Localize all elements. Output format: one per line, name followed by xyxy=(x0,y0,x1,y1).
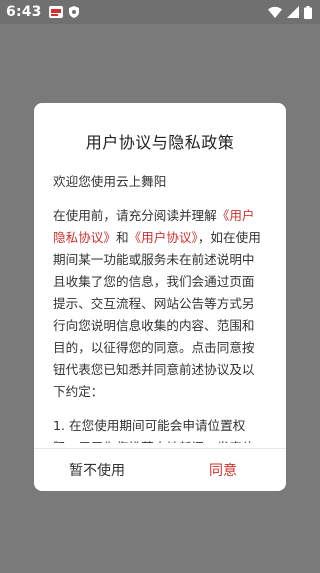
para1-intro: 在使用前，请充分阅读并理解 xyxy=(53,208,217,223)
shield-icon xyxy=(68,6,79,18)
agreement-paragraph: 在使用前，请充分阅读并理解《用户隐私协议》和《用户协议》，如在使用期间某一功能或… xyxy=(53,205,267,403)
wifi-icon xyxy=(268,6,282,18)
and-text: 和 xyxy=(115,230,129,245)
battery-icon xyxy=(304,5,312,19)
privacy-dialog: 用户协议与隐私政策 欢迎您使用云上舞阳 在使用前，请充分阅读并理解《用户隐私协议… xyxy=(34,103,286,491)
dialog-buttons: 暂不使用 同意 xyxy=(34,449,286,491)
dialog-title: 用户协议与隐私政策 xyxy=(85,133,235,152)
cellular-signal-icon xyxy=(287,6,299,18)
app-badge-icon xyxy=(48,6,63,18)
list-item: 1. 在您使用期间可能会申请位置权限，用于为您推荐本地新闻、发表信息时展示位置信… xyxy=(53,418,255,443)
status-bar: 6:43 xyxy=(0,0,320,24)
para1-rest: ，如在使用期间某一功能或服务未在前述说明中且收集了您的信息，我们会通过页面提示、… xyxy=(53,230,261,399)
agree-button[interactable]: 同意 xyxy=(160,449,286,491)
cancel-button[interactable]: 暂不使用 xyxy=(34,449,160,491)
status-time: 6:43 xyxy=(6,4,42,20)
user-agreement-link[interactable]: 《用户协议》 xyxy=(129,230,198,245)
dialog-body[interactable]: 欢迎您使用云上舞阳 在使用前，请充分阅读并理解《用户隐私协议》和《用户协议》，如… xyxy=(53,171,267,443)
greeting-text: 欢迎您使用云上舞阳 xyxy=(53,174,167,189)
